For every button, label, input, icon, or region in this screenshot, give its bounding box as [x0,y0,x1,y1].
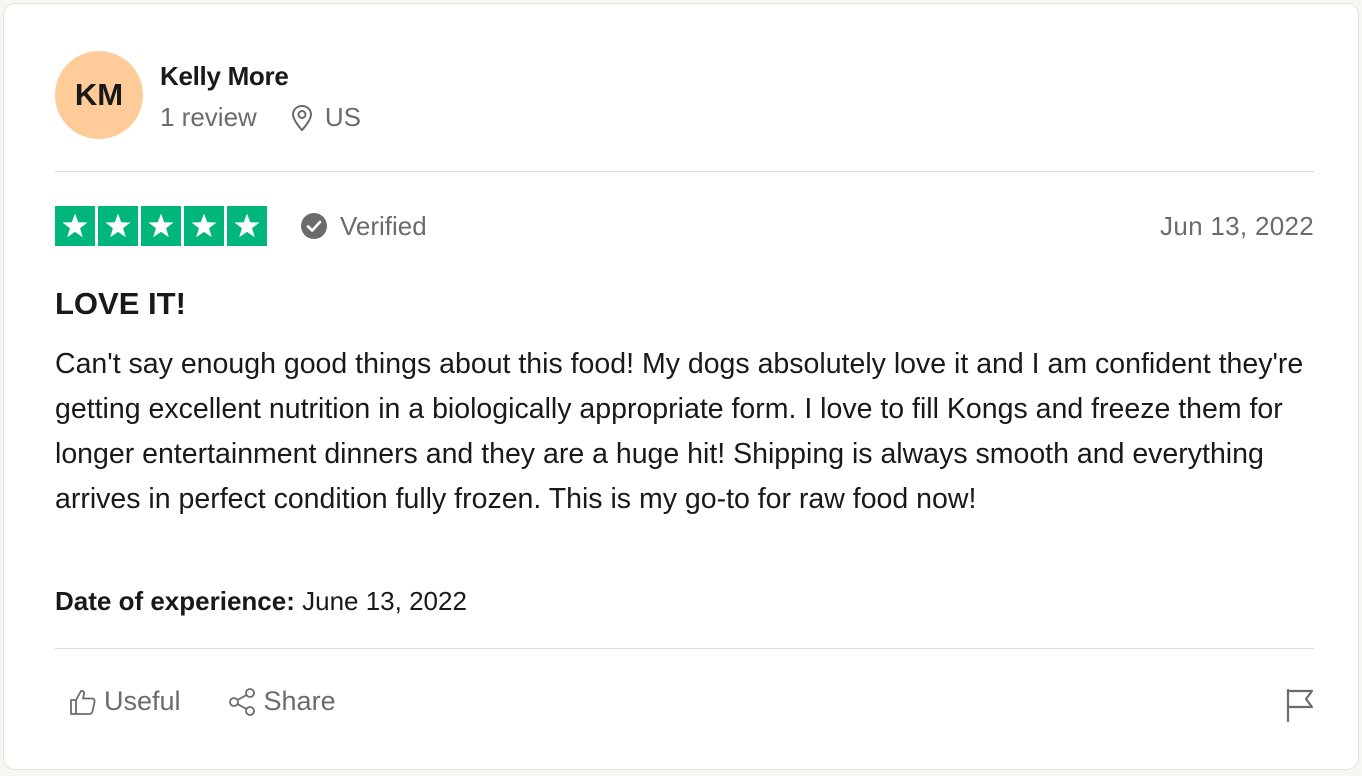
useful-label: Useful [104,686,181,716]
reviewer-name[interactable]: Kelly More [160,61,289,92]
header-divider [55,171,1314,172]
share-label: Share [263,686,336,716]
reviewer-location: US [291,102,361,133]
flag-icon[interactable] [1284,687,1316,723]
verified-label: Verified [340,210,427,241]
useful-button[interactable]: Useful [68,686,181,717]
share-icon [228,687,255,716]
review-count: 1 review [160,102,257,132]
star-rating [55,206,267,246]
reviewer-meta: 1 review US [160,102,361,133]
check-circle-icon [301,213,327,239]
location-label: US [324,102,361,132]
avatar[interactable]: KM [55,51,143,139]
map-pin-icon [291,104,312,131]
star-icon [184,206,224,246]
experience-date: June 13, 2022 [302,586,467,616]
review-actions: Useful Share [68,686,336,717]
rating-row: Verified Jun 13, 2022 [55,205,1314,247]
verified-badge[interactable]: Verified [300,211,427,242]
review-date: Jun 13, 2022 [1160,210,1314,241]
share-button[interactable]: Share [228,686,336,717]
date-of-experience: Date of experience: June 13, 2022 [55,586,467,617]
reviewer-header: KM Kelly More 1 review US [55,51,455,141]
star-icon [55,206,95,246]
star-icon [227,206,267,246]
review-text: Can't say enough good things about this … [55,348,1304,515]
review-card: KM Kelly More 1 review US Verified Jun 1… [3,3,1359,770]
thumbs-up-icon [70,689,96,715]
star-icon [98,206,138,246]
review-title[interactable]: LOVE IT! [55,286,186,322]
experience-label: Date of experience: [55,586,295,616]
star-icon [141,206,181,246]
footer-divider [55,648,1314,649]
